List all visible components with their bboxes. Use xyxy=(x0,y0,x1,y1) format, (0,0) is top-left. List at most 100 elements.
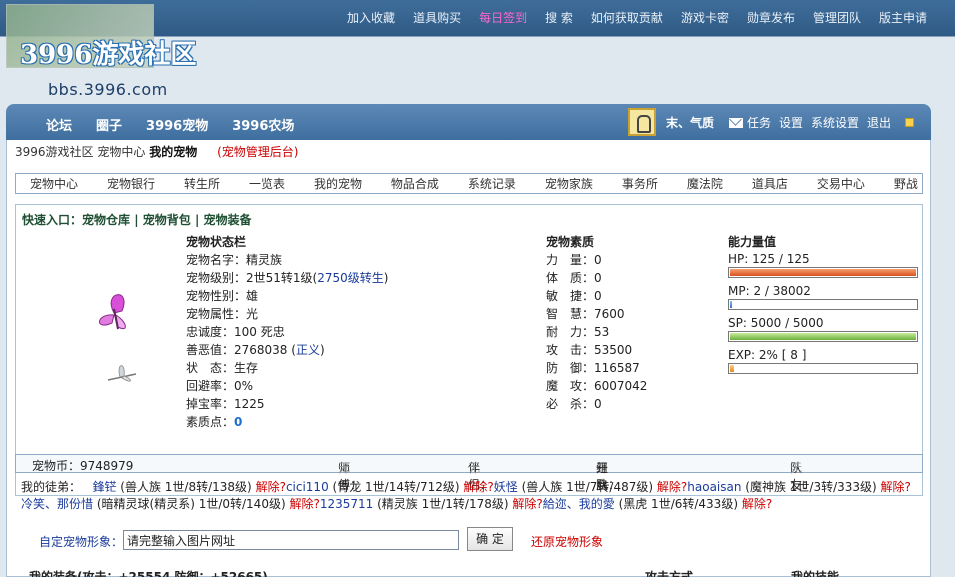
quick-link-equipment[interactable]: 宠物装备 xyxy=(204,213,252,227)
disciples-list: 我的徒弟： 鋒铓 (兽人族 1世/8转/138级) 解除?cici110 (青龙… xyxy=(21,479,921,513)
custom-image-url-input[interactable] xyxy=(123,530,459,550)
exp-label: EXP: 2% [ 8 ] xyxy=(728,348,807,362)
breadcrumb-pet-center[interactable]: 宠物中心 xyxy=(97,145,145,159)
disciple-remove-link[interactable]: 解除? xyxy=(463,480,493,494)
disciple-name[interactable]: 給迩、我的愛 xyxy=(543,497,615,511)
disciple-info: (精灵族 1世/1转/178级) xyxy=(373,497,513,511)
pet-admin-link[interactable]: (宠物管理后台) xyxy=(217,145,298,159)
subnav-overview[interactable]: 一览表 xyxy=(249,175,285,192)
subnav-field-battle[interactable]: 野战 xyxy=(894,175,918,192)
user-avatar[interactable] xyxy=(628,108,656,136)
disciple-remove-link[interactable]: 解除? xyxy=(657,480,687,494)
subnav-item-shop[interactable]: 道具店 xyxy=(752,175,788,192)
pet-karma-link[interactable]: 正义 xyxy=(296,343,320,357)
quick-link-warehouse[interactable]: 宠物仓库 xyxy=(82,213,130,227)
disciple-name[interactable]: 妖怪 xyxy=(494,480,518,494)
disciple-name[interactable]: haoaisan xyxy=(687,480,741,494)
notification-icon[interactable] xyxy=(905,118,915,127)
disciple-name[interactable]: 1235711 xyxy=(320,497,373,511)
content-panel: 3996游戏社区 宠物中心 我的宠物 (宠物管理后台) 宠物中心 宠物银行 转生… xyxy=(6,140,931,577)
pet-sub-nav: 宠物中心 宠物银行 转生所 一览表 我的宠物 物品合成 系统记录 宠物家族 事务… xyxy=(15,173,923,194)
site-logo[interactable]: 3996游戏社区 bbs.3996.com xyxy=(6,4,216,100)
subnav-trade-center[interactable]: 交易中心 xyxy=(817,175,865,192)
disciple-remove-link[interactable]: 解除? xyxy=(289,497,319,511)
user-link-tasks[interactable]: 任务 xyxy=(747,114,771,131)
disciple-remove-link[interactable]: 解除? xyxy=(881,480,911,494)
quick-link-backpack[interactable]: 宠物背包 xyxy=(143,213,191,227)
subnav-pet-bank[interactable]: 宠物银行 xyxy=(107,175,155,192)
hp-bar xyxy=(728,267,918,278)
disciple-info: (暗精灵球(精灵系) 1世/0转/140级) xyxy=(93,497,290,511)
nav-forum[interactable]: 论坛 xyxy=(46,115,72,134)
subnav-rebirth[interactable]: 转生所 xyxy=(184,175,220,192)
main-navbar: 论坛 圈子 3996宠物 3996农场 末、气质 任务 设置 系统设置 退出 xyxy=(6,104,931,140)
pet-points-label: 素质点： xyxy=(186,415,235,429)
partner-value: 无 xyxy=(468,461,481,475)
pet-relations-bar: 宠物币：9748979 师傅：无 伴侣：无 组队： 开启 队友：无 xyxy=(15,454,923,492)
breadcrumb-home[interactable]: 3996游戏社区 xyxy=(15,145,94,159)
site-header: 3996游戏社区 bbs.3996.com 加入收藏 道具购买 每日签到 搜 索… xyxy=(0,0,955,103)
disciples-label: 我的徒弟： xyxy=(21,480,82,494)
disciple-info: (兽人族 1世/8转/138级) xyxy=(116,480,256,494)
quality-value: 7600 xyxy=(594,307,625,321)
logo-url: bbs.3996.com xyxy=(48,80,168,99)
quality-value: 6007042 xyxy=(594,379,648,393)
subnav-pet-family[interactable]: 宠物家族 xyxy=(545,175,593,192)
top-nav-daily-checkin[interactable]: 每日签到 xyxy=(479,9,527,26)
quality-row: 防 御：116587 xyxy=(546,359,647,377)
quality-key: 敏 捷： xyxy=(546,289,595,303)
disciple-name[interactable]: cici110 xyxy=(286,480,329,494)
quality-key: 攻 击： xyxy=(546,343,595,357)
top-nav-moderator-apply[interactable]: 版主申请 xyxy=(879,9,927,26)
breadcrumb-current: 我的宠物 xyxy=(149,145,198,159)
nav-pets[interactable]: 3996宠物 xyxy=(146,115,208,134)
top-nav-team[interactable]: 管理团队 xyxy=(813,9,861,26)
main-nav-links: 论坛 圈子 3996宠物 3996农场 xyxy=(46,115,318,134)
top-nav-game-cards[interactable]: 游戏卡密 xyxy=(681,9,729,26)
confirm-button[interactable]: 确 定 xyxy=(467,527,513,551)
quality-key: 必 杀： xyxy=(546,397,595,411)
top-nav-get-contribution[interactable]: 如何获取贡献 xyxy=(591,9,663,26)
user-link-logout[interactable]: 退出 xyxy=(867,114,891,131)
subnav-item-synthesis[interactable]: 物品合成 xyxy=(391,175,439,192)
mail-icon[interactable] xyxy=(729,117,743,128)
top-nav-search[interactable]: 搜 索 xyxy=(545,9,573,26)
quick-entry: 快速入口：宠物仓库 | 宠物背包 | 宠物装备 xyxy=(22,213,252,227)
nav-farm[interactable]: 3996农场 xyxy=(232,115,294,134)
pet-level-suffix: ) xyxy=(383,271,389,285)
pet-state: 状 态：生存 xyxy=(186,361,259,375)
subnav-my-pet[interactable]: 我的宠物 xyxy=(314,175,362,192)
disciple-name[interactable]: 鋒铓 xyxy=(92,480,116,494)
disciple-name[interactable]: 冷笑、那份惜 xyxy=(21,497,93,511)
restore-image-link[interactable]: 还原宠物形象 xyxy=(531,533,603,550)
user-link-settings[interactable]: 设置 xyxy=(779,114,803,131)
user-links: 任务 设置 系统设置 退出 xyxy=(729,114,915,131)
username[interactable]: 末、气质 xyxy=(666,114,714,131)
subnav-office[interactable]: 事务所 xyxy=(622,175,658,192)
custom-image-label: 自定宠物形象： xyxy=(39,535,124,549)
pet-drop-rate: 掉宝率：1225 xyxy=(186,397,265,411)
pet-coins: 宠物币：9748979 xyxy=(32,459,134,473)
quality-value: 53500 xyxy=(594,343,633,357)
pet-points-value[interactable]: 0 xyxy=(234,415,242,429)
pet-level-rebirth-link[interactable]: 2750级转生 xyxy=(317,271,384,285)
mp-bar-fill xyxy=(730,301,732,308)
subnav-system-log[interactable]: 系统记录 xyxy=(468,175,516,192)
subnav-pet-center[interactable]: 宠物中心 xyxy=(30,175,78,192)
subnav-magic-academy[interactable]: 魔法院 xyxy=(687,175,723,192)
disciple-remove-link[interactable]: 解除? xyxy=(256,480,286,494)
pet-attribute: 宠物属性：光 xyxy=(186,307,259,321)
nav-circles[interactable]: 圈子 xyxy=(96,115,122,134)
my-equipment-heading: 我的装备(攻击：+25554 防御：+52665) xyxy=(29,570,268,577)
pet-gender: 宠物性别：雄 xyxy=(186,289,259,303)
quality-row: 敏 捷：0 xyxy=(546,287,647,305)
attack-mode-heading: 攻击方式 xyxy=(645,570,694,577)
disciple-remove-link[interactable]: 解除? xyxy=(742,497,772,511)
top-nav-add-favorite[interactable]: 加入收藏 xyxy=(347,9,395,26)
top-nav-buy-items[interactable]: 道具购买 xyxy=(413,9,461,26)
quality-heading: 宠物素质 xyxy=(546,235,595,249)
quality-value: 0 xyxy=(594,271,602,285)
user-link-system-settings[interactable]: 系统设置 xyxy=(811,114,859,131)
top-nav-medals[interactable]: 勋章发布 xyxy=(747,9,795,26)
disciple-remove-link[interactable]: 解除? xyxy=(512,497,542,511)
